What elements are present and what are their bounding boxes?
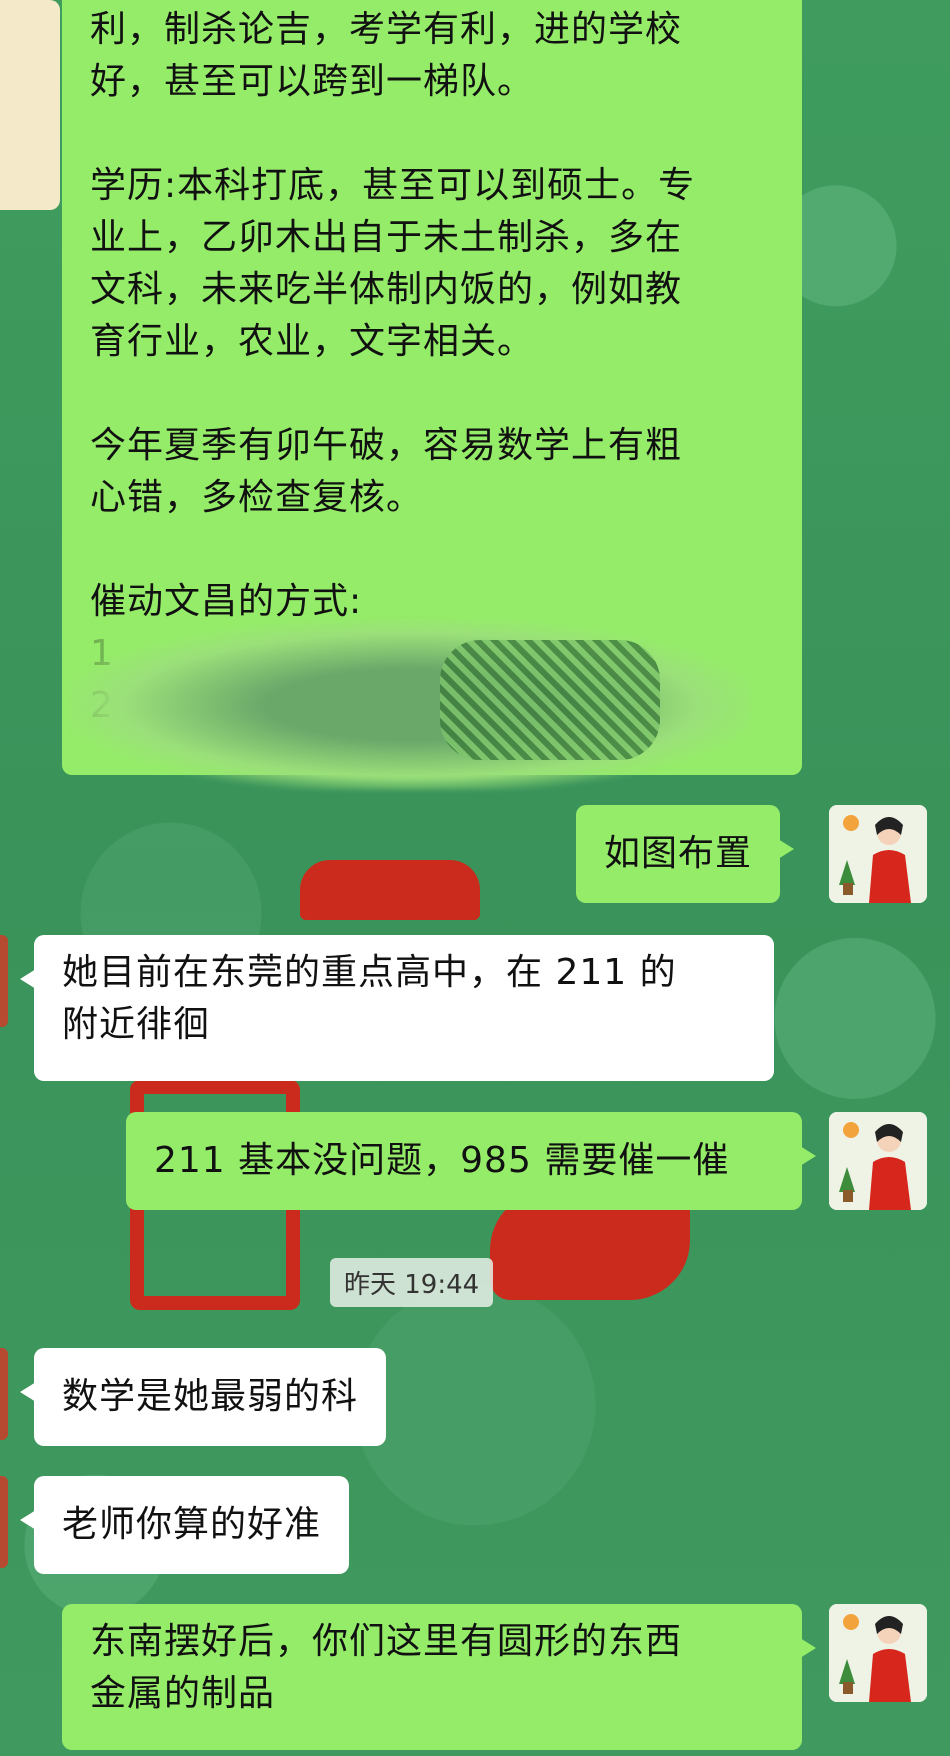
message-text-line: 心错，多检查复核。 — [90, 477, 424, 518]
timestamp: 昨天 19:44 — [330, 1258, 494, 1307]
message-text: 数学是她最弱的科 — [62, 1376, 359, 1417]
message-text-line: 她目前在东莞的重点高中，在 211 的 — [62, 952, 677, 993]
redaction-scribble-dark — [440, 640, 660, 760]
message-text-line: 文科，未来吃半体制内饭的，例如教 — [90, 269, 683, 310]
teacher-avatar-icon[interactable] — [829, 1604, 927, 1702]
message-bubble-math[interactable]: 数学是她最弱的科 — [19, 1348, 387, 1446]
message-text-line: 附近徘徊 — [62, 1004, 211, 1045]
message-text: 如图布置 — [604, 833, 753, 874]
message-text-line: 金属的制品 — [90, 1673, 276, 1714]
message-text-line: 今年夏季有卯午破，容易数学上有粗 — [90, 425, 683, 466]
teacher-avatar-icon[interactable] — [829, 805, 927, 903]
partial-avatar-top[interactable] — [0, 0, 60, 210]
message-text: 211 基本没问题，985 需要催一催 — [154, 1140, 730, 1181]
message-text-line: 育行业，农业，文字相关。 — [90, 321, 535, 362]
message-text-line: 好，甚至可以跨到一梯队。 — [90, 61, 535, 102]
message-bubble-school[interactable]: 她目前在东莞的重点高中，在 211 的 附近徘徊 — [20, 935, 774, 1081]
message-text-line: 利，制杀论吉，考学有利，进的学校 — [90, 9, 683, 50]
client-avatar-icon[interactable] — [0, 1476, 8, 1568]
message-bubble-southeast[interactable]: 东南摆好后，你们这里有圆形的东西 金属的制品 — [62, 1604, 816, 1750]
message-bubble-layout[interactable]: 如图布置 — [576, 805, 795, 903]
background-calligraphy-top — [300, 860, 480, 920]
message-text-line: 东南摆好后，你们这里有圆形的东西 — [90, 1621, 683, 1662]
client-avatar-icon[interactable] — [0, 935, 8, 1027]
message-bubble-accurate[interactable]: 老师你算的好准 — [19, 1476, 350, 1574]
message-bubble-211[interactable]: 211 基本没问题，985 需要催一催 — [126, 1112, 816, 1210]
teacher-avatar-icon[interactable] — [829, 1112, 927, 1210]
message-text: 老师你算的好准 — [62, 1504, 322, 1545]
client-avatar-icon[interactable] — [0, 1348, 8, 1440]
message-text-line: 学历:本科打底，甚至可以到硕士。专 — [90, 165, 696, 206]
message-text-line: 业上，乙卯木出自于未土制杀，多在 — [90, 217, 683, 258]
